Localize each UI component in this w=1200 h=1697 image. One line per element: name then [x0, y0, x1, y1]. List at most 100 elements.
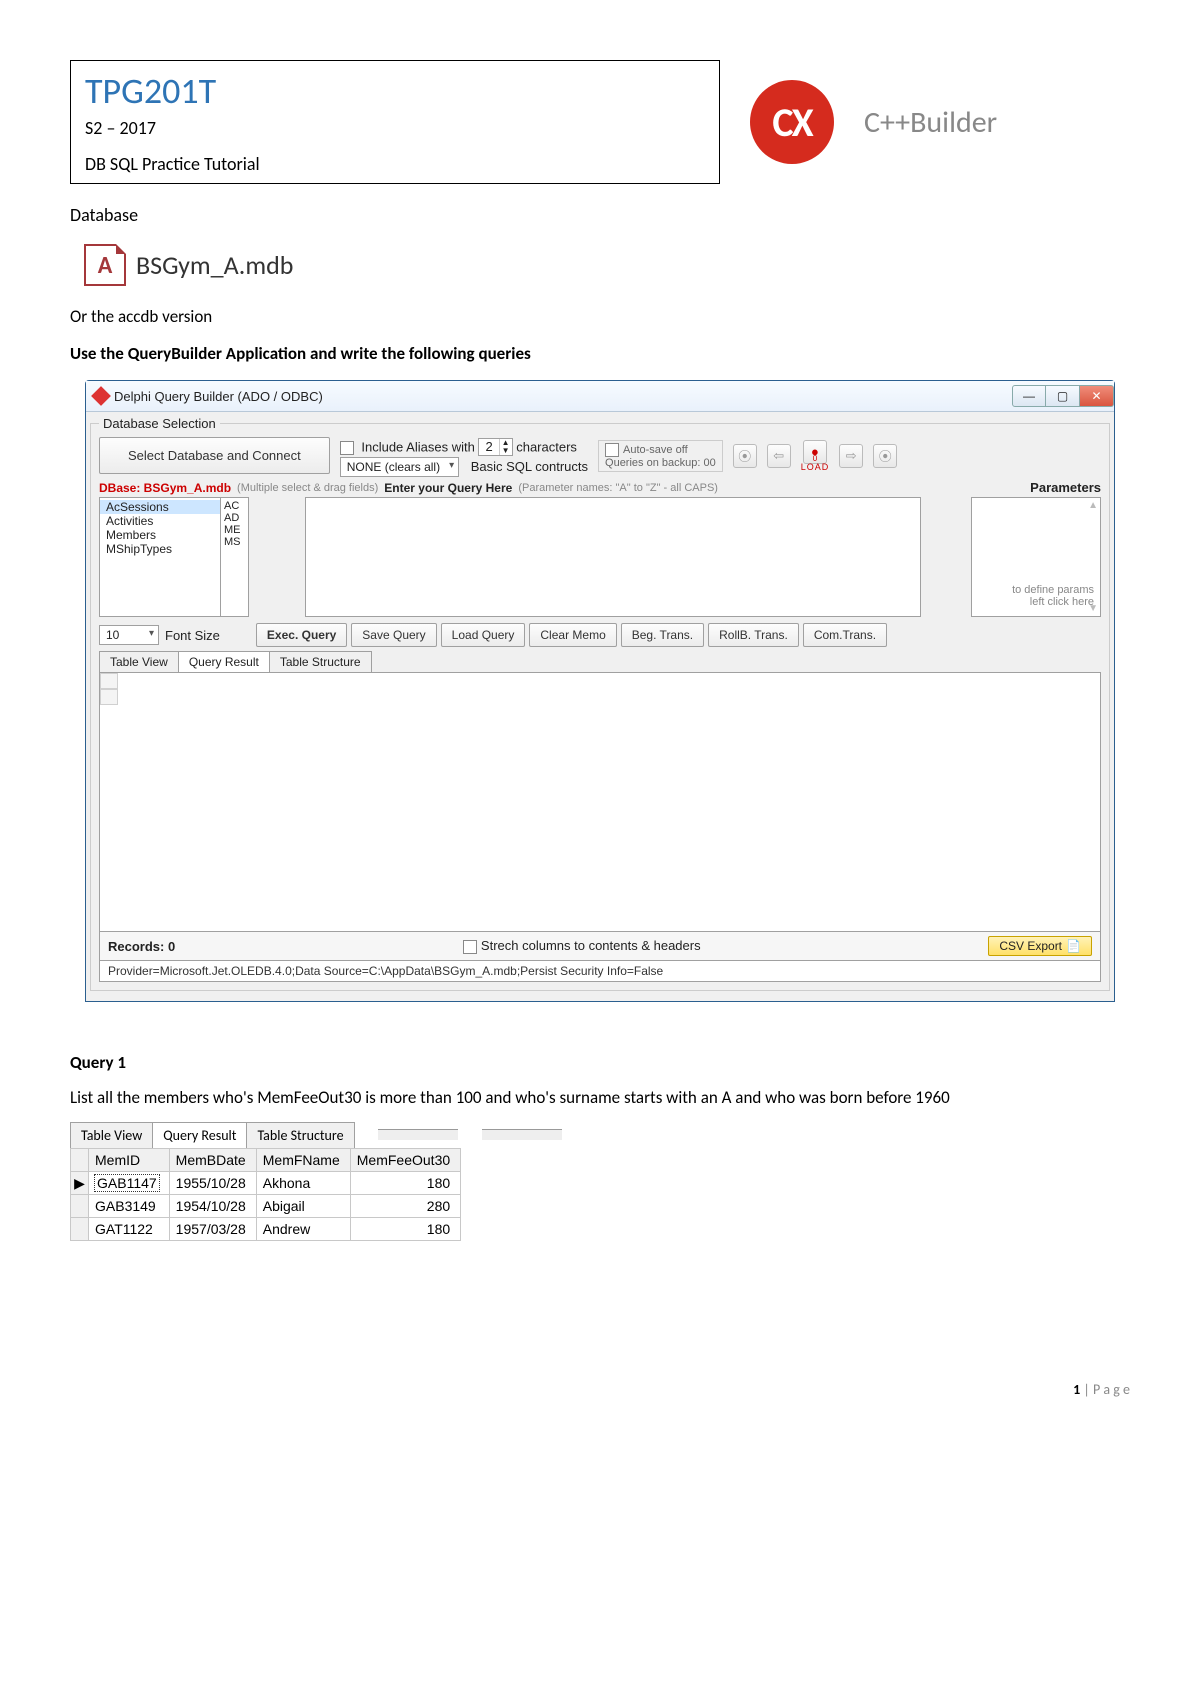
close-button[interactable]: ✕	[1080, 385, 1114, 407]
cell-memfeeout: 180	[350, 1218, 460, 1241]
cell-membdate: 1955/10/28	[169, 1172, 256, 1195]
alias-item: MS	[224, 536, 245, 548]
db-file-row: BSGym_A.mdb	[84, 244, 1130, 286]
minimize-button[interactable]: —	[1012, 385, 1046, 407]
rollback-trans-button[interactable]: RollB. Trans.	[708, 623, 799, 647]
page-number: 1	[1073, 1381, 1080, 1398]
cell-membdate: 1957/03/28	[169, 1218, 256, 1241]
table-item[interactable]: Members	[100, 528, 220, 542]
logo-text: CX	[772, 98, 811, 147]
course-code: TPG201T	[85, 69, 705, 113]
autosave-checkbox[interactable]	[605, 443, 619, 457]
param-name-hint: (Parameter names: "A" to "Z" - all CAPS)	[518, 482, 718, 494]
tab-table-view[interactable]: Table View	[99, 651, 179, 672]
begin-trans-button[interactable]: Beg. Trans.	[621, 623, 704, 647]
table-row[interactable]: GAT1122 1957/03/28 Andrew 180	[71, 1218, 461, 1241]
col-membdate[interactable]: MemBDate	[169, 1149, 256, 1172]
access-file-icon	[84, 244, 126, 286]
csv-export-button[interactable]: CSV Export 📄	[988, 936, 1092, 956]
query1-description: List all the members who's MemFeeOut30 i…	[70, 1087, 1080, 1108]
table-row[interactable]: GAB3149 1954/10/28 Abigail 280	[71, 1195, 461, 1218]
font-size-dropdown[interactable]: 10	[99, 625, 159, 645]
row-header-blank	[71, 1149, 89, 1172]
window-title: Delphi Query Builder (ADO / ODBC)	[114, 389, 323, 404]
tutorial-name: DB SQL Practice Tutorial	[85, 153, 705, 175]
nav-prev-icon[interactable]: ⇦	[767, 444, 791, 468]
cell-memid: GAB1147	[95, 1175, 159, 1191]
table-item[interactable]: Activities	[100, 514, 220, 528]
scroll-up-icon[interactable]: ▲	[1088, 500, 1098, 511]
nav-last-icon[interactable]: ⦿	[873, 444, 897, 468]
nav-first-icon[interactable]: ⦿	[733, 444, 757, 468]
alias-item: AD	[224, 512, 245, 524]
tables-listbox[interactable]: AcSessions Activities Members MShipTypes	[99, 497, 221, 617]
multi-select-hint: (Multiple select & drag fields)	[237, 482, 378, 494]
enter-query-hint: Enter your Query Here	[384, 481, 512, 495]
characters-label: characters	[516, 439, 577, 454]
database-label: Database	[70, 204, 1130, 226]
load-query-button[interactable]: Load Query	[441, 623, 526, 647]
alias-item: AC	[224, 500, 245, 512]
commit-trans-button[interactable]: Com.Trans.	[803, 623, 887, 647]
product-name: C++Builder	[864, 104, 997, 141]
alias-chars-value: 2	[479, 439, 498, 454]
cell-memfeeout: 180	[350, 1172, 460, 1195]
record-icon[interactable]: 0	[803, 440, 827, 464]
title-box: TPG201T S2 – 2017 DB SQL Practice Tutori…	[70, 60, 720, 184]
app-icon	[91, 386, 111, 406]
col-memfeeout30[interactable]: MemFeeOut30	[350, 1149, 460, 1172]
query1-heading: Query 1	[70, 1052, 1130, 1073]
record-zero: 0	[813, 454, 817, 463]
include-alias-label: Include Aliases with	[361, 439, 474, 454]
parameters-box[interactable]: ▲ ▼ to define params left click here	[971, 497, 1101, 617]
autosave-label: Auto-save off	[623, 443, 688, 455]
q1-tab-table-structure[interactable]: Table Structure	[246, 1122, 354, 1148]
load-label: LOAD	[801, 462, 830, 472]
window-titlebar[interactable]: Delphi Query Builder (ADO / ODBC) — ▢ ✕	[86, 381, 1114, 412]
table-row[interactable]: ▶ GAB1147 1955/10/28 Akhona 180	[71, 1172, 461, 1195]
alias-item: ME	[224, 524, 245, 536]
query-builder-window: Delphi Query Builder (ADO / ODBC) — ▢ ✕ …	[85, 380, 1115, 1002]
select-database-button[interactable]: Select Database and Connect	[99, 437, 330, 474]
record-count: Records: 0	[108, 939, 175, 954]
alias-column: AC AD ME MS	[221, 497, 249, 617]
param-define-hint: to define params	[1012, 584, 1094, 596]
save-query-button[interactable]: Save Query	[351, 623, 436, 647]
exec-query-button[interactable]: Exec. Query	[256, 623, 347, 647]
cell-memfname: Abigail	[256, 1195, 350, 1218]
page-label: P a g e	[1093, 1381, 1130, 1398]
database-selection-group: Database Selection Select Database and C…	[90, 416, 1110, 991]
autosave-box: Auto-save off Queries on backup: 00	[598, 440, 723, 472]
include-alias-checkbox[interactable]	[340, 441, 354, 455]
current-row-indicator-icon: ▶	[71, 1172, 89, 1195]
q1-tab-table-view[interactable]: Table View	[70, 1122, 153, 1148]
cell-memid: GAB3149	[89, 1195, 170, 1218]
clear-memo-button[interactable]: Clear Memo	[529, 623, 616, 647]
or-accdb-line: Or the accdb version	[70, 306, 1130, 327]
queries-backup-label: Queries on backup: 00	[605, 457, 716, 469]
stretch-columns-checkbox[interactable]	[463, 940, 477, 954]
maximize-button[interactable]: ▢	[1046, 385, 1080, 407]
cell-membdate: 1954/10/28	[169, 1195, 256, 1218]
table-item[interactable]: MShipTypes	[100, 542, 220, 556]
col-memfname[interactable]: MemFName	[256, 1149, 350, 1172]
font-size-label: Font Size	[165, 628, 220, 643]
result-grid[interactable]	[99, 672, 1101, 932]
basic-sql-link[interactable]: Basic SQL contructs	[471, 459, 588, 474]
query-editor[interactable]	[305, 497, 921, 617]
nav-next-icon[interactable]: ⇨	[839, 444, 863, 468]
db-file-name: BSGym_A.mdb	[136, 249, 293, 281]
query1-result-table: MemID MemBDate MemFName MemFeeOut30 ▶ GA…	[70, 1148, 461, 1241]
alias-mode-dropdown[interactable]: NONE (clears all)	[340, 457, 459, 477]
cell-memid: GAT1122	[89, 1218, 170, 1241]
connection-string: Provider=Microsoft.Jet.OLEDB.4.0;Data So…	[99, 961, 1101, 982]
param-click-hint: left click here	[1012, 596, 1094, 608]
tab-query-result[interactable]: Query Result	[178, 651, 270, 672]
opened-db-label: DBase: BSGym_A.mdb	[99, 481, 231, 495]
tab-table-structure[interactable]: Table Structure	[269, 651, 372, 672]
cell-memfname: Andrew	[256, 1218, 350, 1241]
table-item[interactable]: AcSessions	[100, 500, 220, 514]
col-memid[interactable]: MemID	[89, 1149, 170, 1172]
q1-tab-query-result[interactable]: Query Result	[152, 1122, 247, 1148]
alias-chars-spinner[interactable]: 2 ▲▼	[478, 438, 512, 456]
